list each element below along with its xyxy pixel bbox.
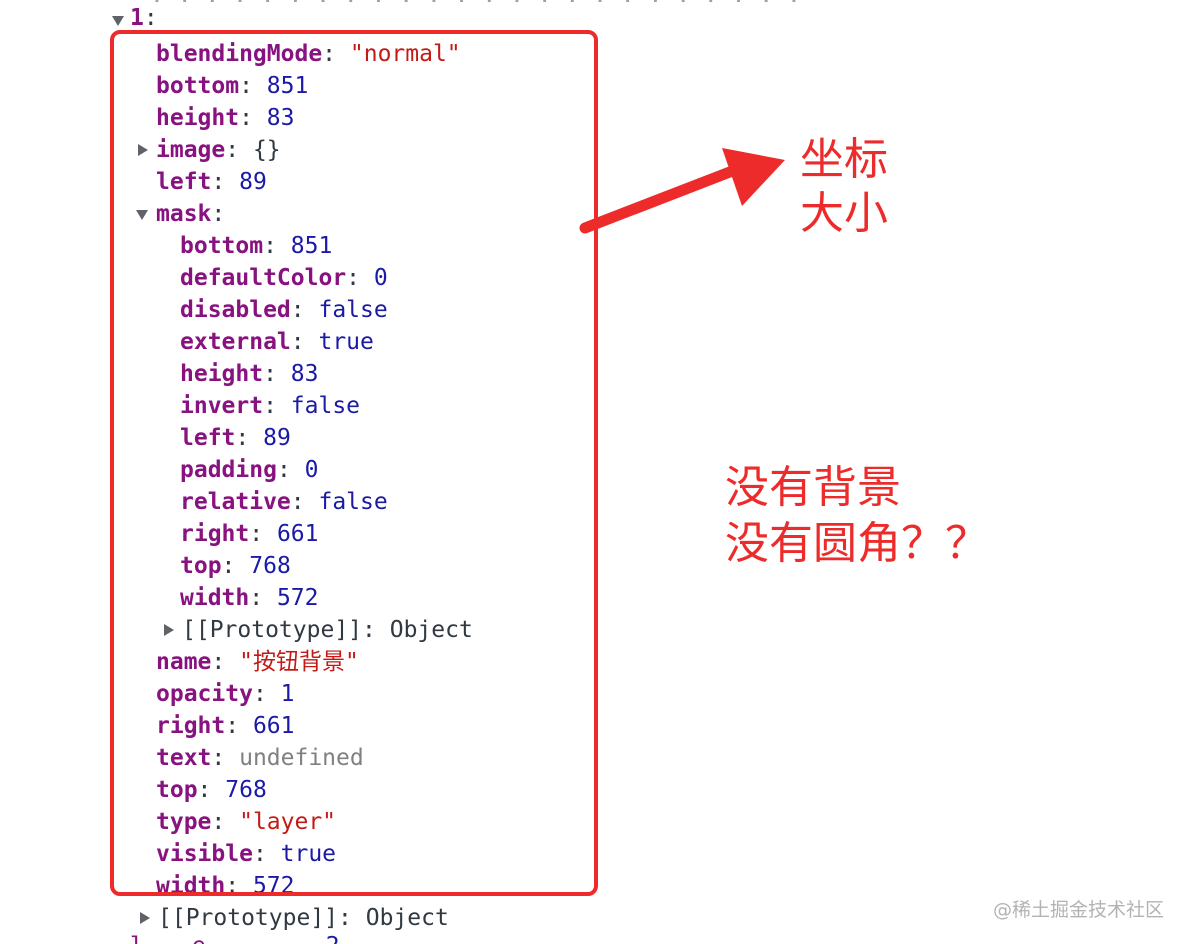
annotation-size-label: 大小 [800,188,888,239]
expand-triangle-right-icon[interactable] [140,912,150,924]
clipped-previous-line: . . . . . . . . . . . . . . . . . . . . … [150,0,801,8]
annotation-no-background: 没有背景 [725,462,901,513]
property-value: Object [365,905,449,931]
watermark: @稀土掘金技术社区 [992,899,1164,921]
highlight-box [110,30,598,896]
property-key: [[Prototype]] [158,905,339,931]
property-colon: : [338,905,366,931]
annotation-no-rounded-corner: 没有圆角？？ [725,518,989,569]
index-colon: : [143,5,158,31]
clipped-next-line: le2 [130,930,340,944]
index-label: 1 [130,5,144,31]
expand-triangle-down-icon[interactable] [112,16,124,26]
annotation-coords-label: 坐标 [800,134,888,185]
devtools-object-inspector-screenshot: . . . . . . . . . . . . . . . . . . . . … [0,0,1188,944]
